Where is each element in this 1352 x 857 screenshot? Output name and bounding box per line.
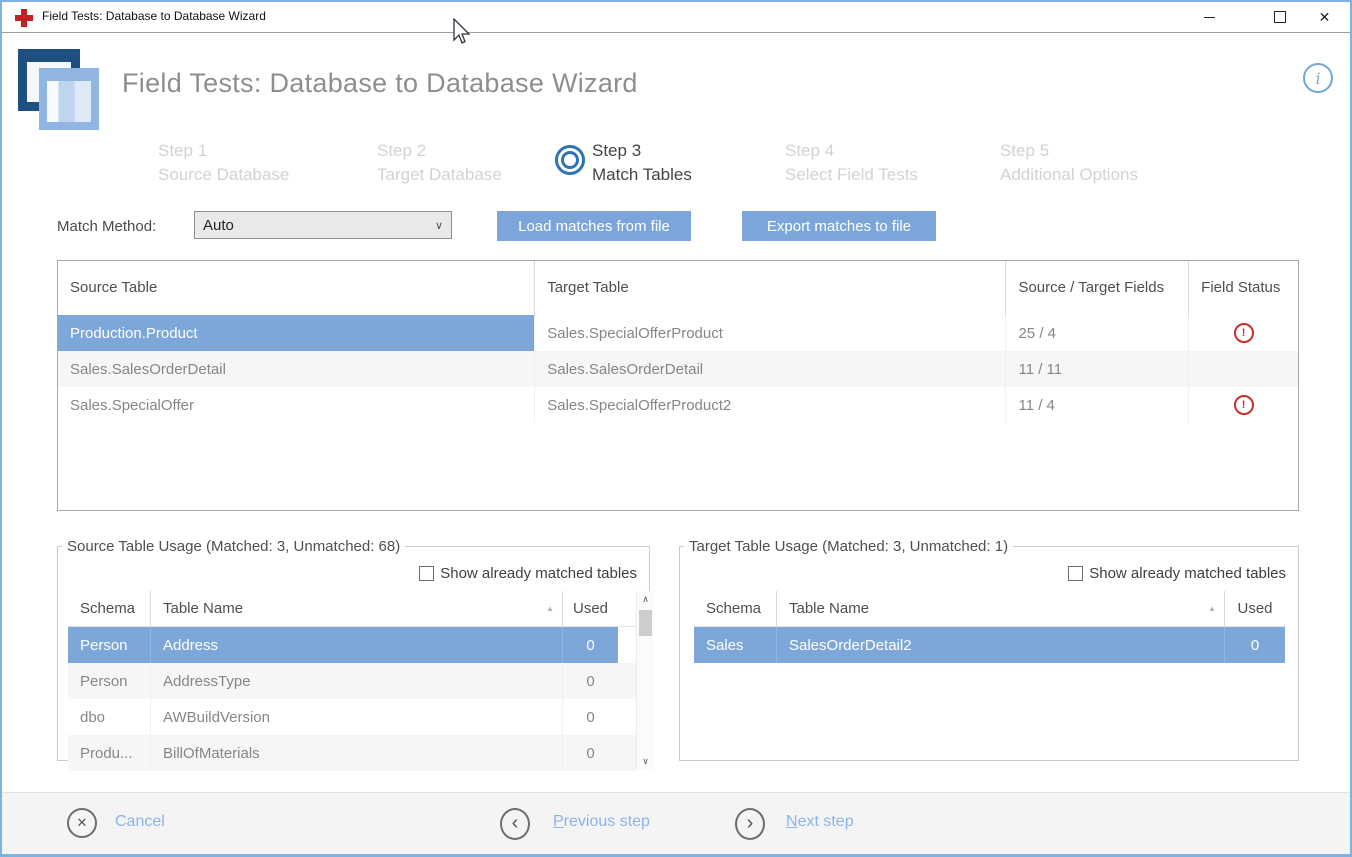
target-usage-header: Schema Table Name ▲ Used — [694, 591, 1285, 627]
vertical-scrollbar[interactable]: ∧ ∨ — [636, 591, 654, 770]
list-item[interactable]: Person Address 0 — [68, 627, 636, 663]
maximize-icon — [1274, 11, 1286, 23]
title-bar: Field Tests: Database to Database Wizard… — [2, 2, 1350, 33]
next-step-link[interactable]: Next step — [786, 813, 854, 831]
match-method-value: Auto — [195, 217, 435, 234]
match-tables-grid: Source Table Target Table Source / Targe… — [57, 260, 1299, 511]
target-table-cell: Sales.SpecialOfferProduct — [535, 315, 1006, 351]
target-show-matched-row: Show already matched tables — [1068, 565, 1286, 582]
sort-ascending-icon: ▲ — [546, 604, 554, 613]
window-title: Field Tests: Database to Database Wizard — [42, 9, 266, 23]
source-usage-groupbox: Source Table Usage (Matched: 3, Unmatche… — [57, 538, 650, 761]
table-row[interactable]: Production.Product Sales.SpecialOfferPro… — [58, 315, 1298, 351]
table-row[interactable]: Sales.SpecialOffer Sales.SpecialOfferPro… — [58, 387, 1298, 423]
list-item[interactable]: Produ... BillOfMaterials 0 — [68, 735, 636, 771]
close-button[interactable]: ✕ — [1302, 2, 1347, 32]
error-icon: ! — [1234, 395, 1254, 415]
match-method-select[interactable]: Auto ∨ — [194, 211, 452, 239]
active-step-icon — [555, 145, 585, 175]
column-header-schema[interactable]: Schema — [694, 591, 777, 626]
load-matches-button[interactable]: Load matches from file — [497, 211, 691, 241]
list-item[interactable]: Sales SalesOrderDetail2 0 — [694, 627, 1285, 663]
cancel-button[interactable]: ✕ — [67, 808, 97, 838]
list-item[interactable]: Person AddressType 0 — [68, 663, 636, 699]
minimize-button[interactable] — [1187, 2, 1232, 32]
step-4: Step 4Select Field Tests — [785, 139, 918, 187]
column-header-used[interactable]: Used — [1225, 591, 1285, 626]
previous-step-link[interactable]: Previous step — [553, 813, 650, 831]
fields-cell: 11 / 11 — [1006, 351, 1189, 387]
show-matched-checkbox[interactable] — [1068, 566, 1083, 581]
page-title: Field Tests: Database to Database Wizard — [122, 68, 638, 99]
target-usage-legend: Target Table Usage (Matched: 3, Unmatche… — [684, 538, 1013, 555]
sort-ascending-icon: ▲ — [1208, 604, 1216, 613]
step-5: Step 5Additional Options — [1000, 139, 1138, 187]
column-header-field-status[interactable]: Field Status — [1189, 261, 1298, 315]
match-method-label: Match Method: — [57, 218, 156, 235]
column-header-target-table[interactable]: Target Table — [535, 261, 1006, 315]
column-header-source-target-fields[interactable]: Source / Target Fields — [1006, 261, 1189, 315]
column-header-table-name[interactable]: Table Name ▲ — [777, 591, 1225, 626]
source-usage-legend: Source Table Usage (Matched: 3, Unmatche… — [62, 538, 405, 555]
column-header-schema[interactable]: Schema — [68, 591, 151, 626]
target-usage-table: Schema Table Name ▲ Used Sales SalesOrde… — [694, 591, 1285, 663]
scroll-up-icon[interactable]: ∧ — [637, 591, 654, 608]
source-table-cell: Production.Product — [58, 315, 535, 351]
column-header-used[interactable]: Used — [563, 591, 618, 626]
source-usage-table: Schema Table Name ▲ Used Person Address … — [68, 591, 636, 771]
source-table-cell: Sales.SalesOrderDetail — [58, 351, 535, 387]
show-matched-label: Show already matched tables — [1089, 565, 1286, 582]
column-header-source-table[interactable]: Source Table — [58, 261, 535, 315]
target-table-cell: Sales.SpecialOfferProduct2 — [535, 387, 1006, 423]
next-step-button[interactable]: › — [735, 808, 765, 840]
chevron-down-icon: ∨ — [435, 219, 451, 232]
table-row[interactable]: Sales.SalesOrderDetail Sales.SalesOrderD… — [58, 351, 1298, 387]
cancel-link[interactable]: Cancel — [115, 813, 165, 831]
show-matched-checkbox[interactable] — [419, 566, 434, 581]
column-header-table-name[interactable]: Table Name ▲ — [151, 591, 563, 626]
footer-bar: ✕ Cancel ‹ Previous step › Next step — [2, 792, 1350, 857]
step-2: Step 2Target Database — [377, 139, 502, 187]
fields-cell: 11 / 4 — [1006, 387, 1189, 423]
cancel-icon: ✕ — [77, 815, 88, 831]
step-3: Step 3Match Tables — [592, 139, 692, 187]
app-icon — [15, 9, 33, 27]
previous-step-button[interactable]: ‹ — [500, 808, 530, 840]
target-usage-groupbox: Target Table Usage (Matched: 3, Unmatche… — [679, 538, 1299, 761]
error-icon: ! — [1234, 323, 1254, 343]
close-icon: ✕ — [1319, 10, 1331, 24]
minimize-icon — [1204, 17, 1215, 18]
show-matched-label: Show already matched tables — [440, 565, 637, 582]
step-1: Step 1Source Database — [158, 139, 289, 187]
info-icon: i — [1315, 69, 1320, 88]
list-item[interactable]: dbo AWBuildVersion 0 — [68, 699, 636, 735]
scrollbar-thumb[interactable] — [639, 610, 652, 636]
info-button[interactable]: i — [1303, 63, 1333, 93]
scroll-down-icon[interactable]: ∨ — [637, 753, 654, 770]
target-table-cell: Sales.SalesOrderDetail — [535, 351, 1006, 387]
fields-cell: 25 / 4 — [1006, 315, 1189, 351]
source-table-cell: Sales.SpecialOffer — [58, 387, 535, 423]
chevron-right-icon: › — [747, 812, 754, 835]
maximize-button[interactable] — [1257, 2, 1302, 32]
chevron-left-icon: ‹ — [512, 812, 519, 835]
app-logo — [18, 47, 100, 131]
source-show-matched-row: Show already matched tables — [419, 565, 637, 582]
app-window: Field Tests: Database to Database Wizard… — [0, 0, 1352, 857]
source-usage-header: Schema Table Name ▲ Used — [68, 591, 636, 627]
export-matches-button[interactable]: Export matches to file — [742, 211, 936, 241]
match-grid-header: Source Table Target Table Source / Targe… — [58, 261, 1298, 315]
